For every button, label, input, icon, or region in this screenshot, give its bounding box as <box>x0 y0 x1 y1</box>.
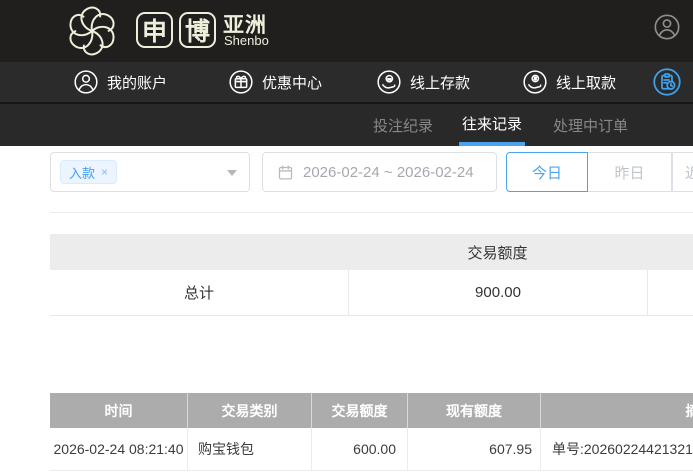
record-time-cell: 2026-02-24 08:21:40 <box>50 428 188 470</box>
recent-days-button-label: 近 <box>685 164 693 182</box>
records-header-amount: 交易额度 <box>312 393 408 428</box>
summary-total-row: 总计 900.00 <box>50 270 693 316</box>
nav-item-label: 线上存款 <box>410 74 471 92</box>
selected-type-tag-label: 入款 <box>69 165 96 181</box>
nav-item-deposit[interactable]: 线上存款 <box>376 62 470 102</box>
nav-item-my-account[interactable]: 我的账户 <box>73 62 167 102</box>
records-tabbar: 投注纪录 往来记录 处理中订单 <box>0 104 693 146</box>
yesterday-button[interactable]: 昨日 <box>588 152 672 192</box>
tab-label: 往来记录 <box>462 115 523 133</box>
tab-processing-orders[interactable]: 处理中订单 <box>550 104 631 146</box>
tag-close-icon[interactable]: × <box>101 166 108 178</box>
nav-item-transaction-records[interactable] <box>652 62 682 102</box>
summary-total-empty <box>647 270 693 315</box>
records-table: 时间 交易类别 交易额度 现有额度 摘要 2026-02-24 08:21:40… <box>50 393 693 471</box>
tab-betting-records[interactable]: 投注纪录 <box>370 104 436 146</box>
summary-table: 交易额度 总计 900.00 <box>50 234 693 316</box>
selected-type-tag: 入款 × <box>60 160 118 184</box>
brand-subtitle: Shenbo <box>224 33 269 48</box>
record-type-cell: 购宝钱包 <box>188 428 312 470</box>
record-memo-cell: 单号:20260224421321 <box>552 441 693 457</box>
today-button-label: 今日 <box>531 164 562 182</box>
main-navbar: 我的账户 优惠中心 线上存款 线上取款 <box>0 62 693 104</box>
brand-char-shen: 申 <box>136 12 173 48</box>
page: 申 博 亚洲 Shenbo 我的账户 优惠中心 线上存款 线上取款 投注纪录 往… <box>0 0 693 475</box>
calendar-icon <box>277 164 294 181</box>
gift-icon <box>228 69 254 95</box>
summary-total-value: 900.00 <box>348 270 647 315</box>
recent-days-button[interactable]: 近 <box>672 152 693 192</box>
tab-label: 处理中订单 <box>553 117 629 135</box>
table-row: 2026-02-24 08:21:40 购宝钱包 600.00 607.95 单… <box>50 428 693 471</box>
nav-item-label: 线上取款 <box>556 74 617 92</box>
summary-header-amount: 交易额度 <box>467 244 528 262</box>
date-range-value: 2026-02-24 ~ 2026-02-24 <box>303 163 474 181</box>
user-icon <box>73 69 99 95</box>
topbar: 申 博 亚洲 Shenbo <box>0 0 693 62</box>
brand-char-bo: 博 <box>179 12 216 48</box>
nav-item-label: 优惠中心 <box>262 74 323 92</box>
nav-item-promotions[interactable]: 优惠中心 <box>228 62 322 102</box>
profile-icon[interactable] <box>653 13 681 41</box>
records-header-row: 时间 交易类别 交易额度 现有额度 摘要 <box>50 393 693 428</box>
nav-item-label: 我的账户 <box>107 74 168 92</box>
divider <box>50 212 693 213</box>
records-header-time: 时间 <box>50 393 188 428</box>
records-icon <box>652 67 682 97</box>
records-header-memo: 摘要 <box>685 402 693 419</box>
summary-total-label: 总计 <box>183 285 214 302</box>
summary-header-empty-2 <box>647 234 693 270</box>
tab-transaction-history[interactable]: 往来记录 <box>459 104 526 146</box>
nav-item-withdraw[interactable]: 线上取款 <box>522 62 616 102</box>
quick-date-buttons: 今日 昨日 近 <box>506 152 693 192</box>
transaction-type-select[interactable]: 入款 × <box>50 152 250 192</box>
summary-header-empty <box>50 234 348 270</box>
date-range-picker[interactable]: 2026-02-24 ~ 2026-02-24 <box>262 152 497 192</box>
summary-header-row: 交易额度 <box>50 234 693 270</box>
deposit-icon <box>376 69 402 95</box>
records-header-type: 交易类别 <box>188 393 312 428</box>
today-button[interactable]: 今日 <box>506 152 588 192</box>
withdraw-icon <box>522 69 548 95</box>
chevron-down-icon <box>227 170 237 176</box>
tab-label: 投注纪录 <box>373 117 434 135</box>
record-balance-cell: 607.95 <box>408 428 541 470</box>
brand-flower-icon <box>69 6 115 56</box>
record-amount-cell: 600.00 <box>312 428 408 470</box>
records-header-balance: 现有额度 <box>408 393 541 428</box>
yesterday-button-label: 昨日 <box>614 164 645 182</box>
